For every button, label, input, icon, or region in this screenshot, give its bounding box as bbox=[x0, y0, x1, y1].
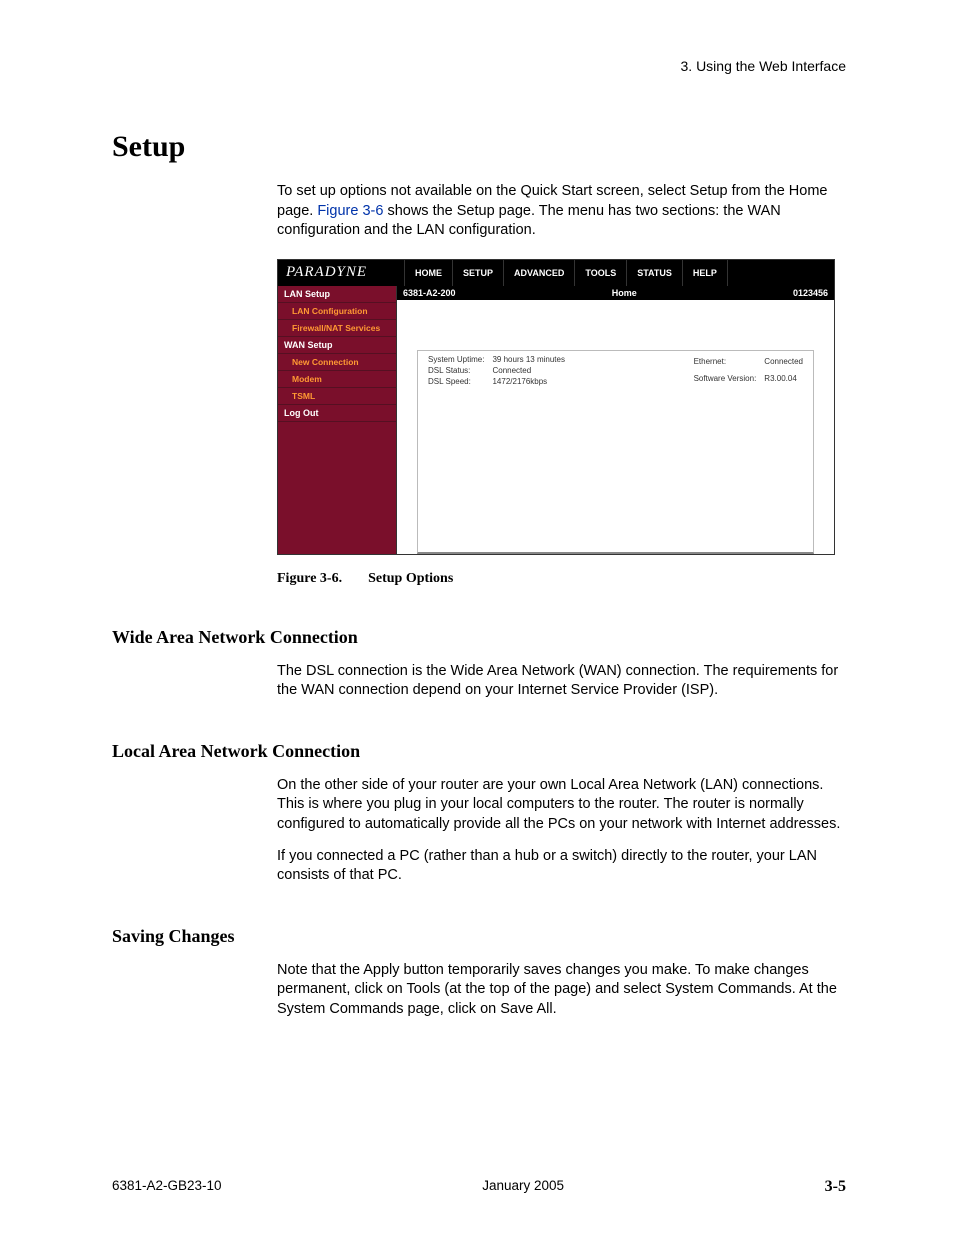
uptime-label: System Uptime: bbox=[424, 355, 488, 366]
content-header: 6381-A2-200 Home 0123456 bbox=[397, 286, 834, 300]
table-row: DSL Speed:1472/2176kbps bbox=[424, 377, 569, 388]
footer-right: 3-5 bbox=[825, 1178, 846, 1196]
dsl-speed-value: 1472/2176kbps bbox=[488, 377, 569, 388]
caption-title: Setup Options bbox=[368, 571, 453, 586]
heading-wan: Wide Area Network Connection bbox=[112, 627, 846, 648]
table-row: Software Version:R3.00.04 bbox=[690, 371, 807, 388]
sidebar-item-log-out[interactable]: Log Out bbox=[278, 405, 396, 422]
tab-setup[interactable]: SETUP bbox=[453, 260, 504, 286]
model-id: 6381-A2-200 bbox=[403, 288, 456, 298]
tab-status[interactable]: STATUS bbox=[627, 260, 683, 286]
sidebar-item-lan-config[interactable]: LAN Configuration bbox=[278, 303, 396, 320]
dsl-speed-label: DSL Speed: bbox=[424, 377, 488, 388]
ethernet-label: Ethernet: bbox=[690, 355, 761, 372]
sidebar-item-new-connection[interactable]: New Connection bbox=[278, 354, 396, 371]
sidebar-item-modem[interactable]: Modem bbox=[278, 371, 396, 388]
footer-left: 6381-A2-GB23-10 bbox=[112, 1178, 222, 1196]
wan-p1: The DSL connection is the Wide Area Netw… bbox=[277, 662, 846, 701]
sidebar-item-lan-setup[interactable]: LAN Setup bbox=[278, 286, 396, 303]
router-topbar: PARADYNE HOME SETUP ADVANCED TOOLS STATU… bbox=[278, 260, 834, 286]
tab-tools[interactable]: TOOLS bbox=[575, 260, 627, 286]
table-row: System Uptime:39 hours 13 minutes bbox=[424, 355, 569, 366]
tab-home[interactable]: HOME bbox=[405, 260, 453, 286]
content-title: Home bbox=[456, 288, 793, 298]
footer-center: January 2005 bbox=[482, 1178, 564, 1196]
serial-id: 0123456 bbox=[793, 288, 828, 298]
sidebar-item-wan-setup[interactable]: WAN Setup bbox=[278, 337, 396, 354]
table-row: DSL Status:Connected bbox=[424, 366, 569, 377]
dsl-status-value: Connected bbox=[488, 366, 569, 377]
heading-lan: Local Area Network Connection bbox=[112, 741, 846, 762]
figure-xref[interactable]: Figure 3-6 bbox=[317, 203, 383, 219]
brand-logo: PARADYNE bbox=[278, 260, 405, 286]
swver-label: Software Version: bbox=[690, 371, 761, 388]
figure-caption: Figure 3-6. Setup Options bbox=[277, 571, 846, 587]
save-p1: Note that the Apply button temporarily s… bbox=[277, 961, 846, 1020]
swver-value: R3.00.04 bbox=[760, 371, 807, 388]
page-title: Setup bbox=[112, 130, 846, 164]
status-right-table: Ethernet:Connected Software Version:R3.0… bbox=[690, 355, 807, 388]
router-content: 6381-A2-200 Home 0123456 System Uptime:3… bbox=[397, 286, 834, 554]
tab-help[interactable]: HELP bbox=[683, 260, 728, 286]
lan-p2: If you connected a PC (rather than a hub… bbox=[277, 847, 846, 886]
sidebar-item-firewall[interactable]: Firewall/NAT Services bbox=[278, 320, 396, 337]
heading-save: Saving Changes bbox=[112, 926, 846, 947]
tab-advanced[interactable]: ADVANCED bbox=[504, 260, 575, 286]
page-footer: 6381-A2-GB23-10 January 2005 3-5 bbox=[112, 1178, 846, 1196]
running-header: 3. Using the Web Interface bbox=[112, 58, 846, 74]
router-sidebar: LAN Setup LAN Configuration Firewall/NAT… bbox=[278, 286, 397, 554]
table-row: Ethernet:Connected bbox=[690, 355, 807, 372]
sidebar-item-tsml[interactable]: TSML bbox=[278, 388, 396, 405]
dsl-status-label: DSL Status: bbox=[424, 366, 488, 377]
intro-paragraph: To set up options not available on the Q… bbox=[277, 182, 846, 241]
lan-p1: On the other side of your router are you… bbox=[277, 776, 846, 835]
router-ui-screenshot: PARADYNE HOME SETUP ADVANCED TOOLS STATU… bbox=[277, 259, 835, 555]
status-left-table: System Uptime:39 hours 13 minutes DSL St… bbox=[424, 355, 569, 388]
caption-label: Figure 3-6. bbox=[277, 571, 342, 586]
ethernet-value: Connected bbox=[760, 355, 807, 372]
uptime-value: 39 hours 13 minutes bbox=[488, 355, 569, 366]
